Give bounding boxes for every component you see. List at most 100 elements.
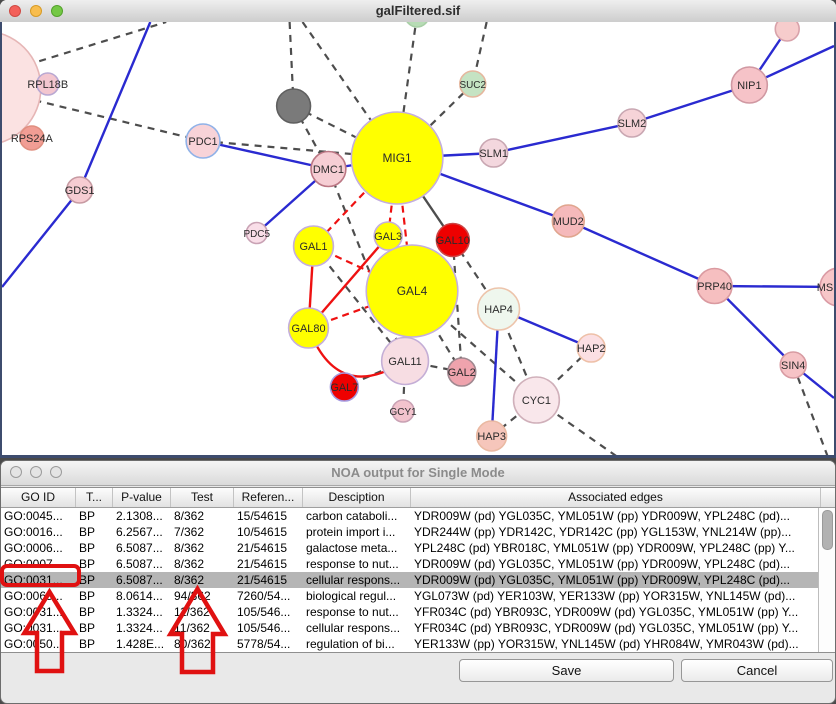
cell[interactable]: GO:0007... [1,556,76,572]
cell[interactable]: 8/362 [171,556,234,572]
node-gray[interactable] [277,89,311,123]
cell[interactable]: GO:0065... [1,588,76,604]
network-window-titlebar[interactable]: galFiltered.sif [0,0,836,23]
cell[interactable]: YFR034C (pd) YBR093C, YDR009W (pd) YGL03… [411,604,821,620]
save-button[interactable]: Save [459,659,674,682]
cell[interactable]: 80/362 [171,636,234,652]
network-graph[interactable]: RPL18BRPS24AGDS1PDC1MIG1DMC1PDC5SUC2SLM1… [2,22,834,455]
edge-dash[interactable] [27,22,166,65]
cell[interactable]: protein import i... [303,524,411,540]
network-canvas[interactable]: RPL18BRPS24AGDS1PDC1MIG1DMC1PDC5SUC2SLM1… [0,22,836,458]
cell[interactable]: 2.1308... [113,508,171,524]
cell[interactable]: 7260/54... [234,588,303,604]
results-table: GO IDT...P-valueTestReferen...Desciption… [1,487,835,653]
cell[interactable]: 11/362 [171,620,234,636]
cell[interactable]: BP [76,588,113,604]
edge-blue[interactable] [2,190,80,287]
cell[interactable]: GO:0006... [1,540,76,556]
cell[interactable]: 7/362 [171,524,234,540]
cell[interactable]: BP [76,620,113,636]
table-row[interactable]: GO:0007...BP6.5087...8/36221/54615respon… [1,556,821,572]
table-row[interactable]: GO:0016...BP6.2567...7/36210/54615protei… [1,524,821,540]
node-tr[interactable] [775,22,799,41]
cell[interactable]: GO:0031... [1,620,76,636]
cell[interactable]: 11/362 [171,604,234,620]
table-row[interactable]: GO:0065...BP8.0614...94/3627260/54...bio… [1,588,821,604]
cell[interactable]: 15/54615 [234,508,303,524]
cell[interactable]: YDR009W (pd) YGL035C, YML051W (pp) YDR00… [411,556,821,572]
cell[interactable]: 6.5087... [113,540,171,556]
table-row[interactable]: GO:0045...BP2.1308...8/36215/54615carbon… [1,508,821,524]
edge-blue[interactable] [80,22,151,190]
cell[interactable]: carbon cataboli... [303,508,411,524]
cell[interactable]: 21/54615 [234,540,303,556]
cell[interactable]: response to nut... [303,604,411,620]
cell[interactable]: YDR009W (pd) YGL035C, YML051W (pp) YDR00… [411,572,821,588]
column-header-6[interactable]: Desciption [303,488,411,507]
cell[interactable]: YGL073W (pd) YER103W, YER133W (pp) YOR31… [411,588,821,604]
table-row[interactable]: GO:0050...BP1.428E...80/3625778/54...reg… [1,636,821,652]
cell[interactable]: 1.3324... [113,620,171,636]
edge-blue[interactable] [494,123,632,153]
table-row-selected[interactable]: GO:0031...BP6.5087...8/36221/54615cellul… [1,572,821,588]
cell[interactable]: galactose meta... [303,540,411,556]
cell[interactable]: YFR034C (pd) YBR093C, YDR009W (pd) YGL03… [411,620,821,636]
noa-window-titlebar[interactable]: NOA output for Single Mode [1,461,835,486]
cell[interactable]: GO:0031... [1,572,76,588]
vertical-scrollbar[interactable] [818,508,835,652]
cell[interactable]: 6.5087... [113,572,171,588]
cell[interactable]: 1.428E... [113,636,171,652]
cell[interactable]: cellular respons... [303,572,411,588]
cell[interactable]: 6.2567... [113,524,171,540]
cell[interactable]: GO:0016... [1,524,76,540]
cell[interactable]: BP [76,604,113,620]
cell[interactable]: YDR009W (pd) YGL035C, YML051W (pp) YDR00… [411,508,821,524]
cell[interactable]: 8/362 [171,540,234,556]
cell[interactable]: BP [76,572,113,588]
cell[interactable]: 6.5087... [113,556,171,572]
column-header-3[interactable]: P-value [113,488,171,507]
cell[interactable]: BP [76,540,113,556]
cell[interactable]: regulation of bi... [303,636,411,652]
cell[interactable]: GO:0050... [1,636,76,652]
edge-blue[interactable] [568,221,714,286]
cell[interactable]: 8/362 [171,508,234,524]
cancel-button[interactable]: Cancel [681,659,833,682]
table-row[interactable]: GO:0031...BP1.3324...11/362105/546...cel… [1,620,821,636]
cell[interactable]: GO:0031... [1,604,76,620]
cell[interactable]: 21/54615 [234,572,303,588]
cell[interactable]: 10/54615 [234,524,303,540]
node-label-RPL18B: RPL18B [27,79,68,91]
cell[interactable]: YER133W (pp) YOR315W, YNL145W (pd) YHR08… [411,636,821,652]
scrollbar-thumb[interactable] [822,510,833,550]
cell[interactable]: BP [76,636,113,652]
node-label-PRP40: PRP40 [697,281,732,293]
cell[interactable]: 94/362 [171,588,234,604]
cell[interactable]: cellular respons... [303,620,411,636]
column-header-5[interactable]: Referen... [234,488,303,507]
cell[interactable]: 105/546... [234,620,303,636]
column-header-1[interactable]: GO ID [1,488,76,507]
cell[interactable]: 8.0614... [113,588,171,604]
cell[interactable]: 21/54615 [234,556,303,572]
table-row[interactable]: GO:0031...BP1.3324...11/362105/546...res… [1,604,821,620]
cell[interactable]: GO:0045... [1,508,76,524]
column-header-7[interactable]: Associated edges [411,488,821,507]
edge-blue[interactable] [203,141,328,169]
column-header-4[interactable]: Test [171,488,234,507]
cell[interactable]: 5778/54... [234,636,303,652]
cell[interactable]: BP [76,524,113,540]
cell[interactable]: BP [76,556,113,572]
cell[interactable]: response to nut... [303,556,411,572]
cell[interactable]: 105/546... [234,604,303,620]
node-greensliver[interactable] [405,22,429,27]
cell[interactable]: 8/362 [171,572,234,588]
table-row[interactable]: GO:0006...BP6.5087...8/36221/54615galact… [1,540,821,556]
cell[interactable]: YPL248C (pd) YBR018C, YML051W (pp) YDR00… [411,540,821,556]
column-header-2[interactable]: T... [76,488,113,507]
cell[interactable]: 1.3324... [113,604,171,620]
cell[interactable]: BP [76,508,113,524]
cell[interactable]: YDR244W (pp) YDR142C, YDR142C (pp) YGL15… [411,524,821,540]
table-body: GO:0045...BP2.1308...8/36215/54615carbon… [1,508,821,652]
cell[interactable]: biological regul... [303,588,411,604]
